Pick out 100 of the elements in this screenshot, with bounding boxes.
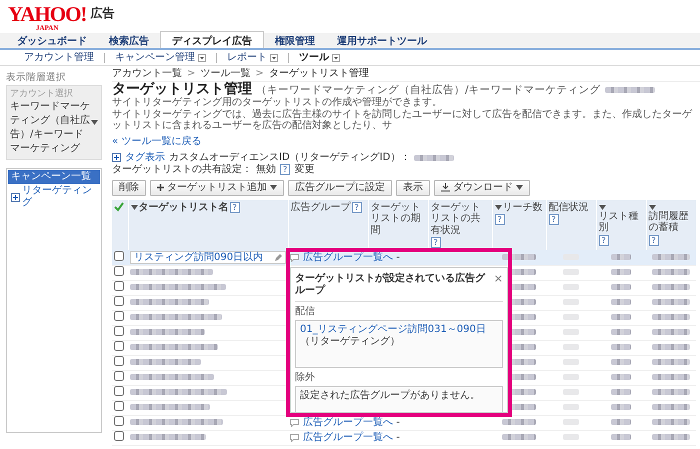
ad-group-type: （リターゲティング） xyxy=(300,336,400,347)
nav-tab[interactable]: 検索広告 xyxy=(98,33,160,48)
description-text: サイトリターゲティング用のターゲットリストの作成や管理ができます。 xyxy=(112,97,443,108)
sidebar-item[interactable]: リターゲティング xyxy=(8,184,100,210)
help-button[interactable]: ? xyxy=(230,202,240,213)
help-button[interactable]: ? xyxy=(648,234,659,246)
toolbar-button[interactable]: ターゲットリスト追加 xyxy=(150,180,284,196)
period-value: - xyxy=(396,432,400,443)
close-button[interactable]: × xyxy=(494,272,503,284)
help-button[interactable]: ? xyxy=(430,237,441,248)
sidebar-item[interactable]: キャンペーン一覧 xyxy=(8,170,100,184)
plus-icon xyxy=(157,184,164,192)
redacted-text xyxy=(652,434,690,440)
row-checkbox[interactable] xyxy=(114,296,124,306)
help-button[interactable]: ? xyxy=(548,214,559,226)
row-checkbox[interactable] xyxy=(114,356,124,366)
row-checkbox[interactable] xyxy=(114,386,124,396)
column-header: ターゲットリストの共有状況 xyxy=(430,202,482,236)
breadcrumb-separator: > xyxy=(187,68,196,80)
ad-group-link[interactable]: 広告グループ一覧へ xyxy=(303,432,393,443)
row-checkbox[interactable] xyxy=(114,311,124,322)
column-header: 広告グループ xyxy=(290,202,350,214)
tag-toggle-link[interactable]: タグ表示 xyxy=(112,152,165,164)
toolbar-button[interactable]: ダウンロード xyxy=(434,180,530,196)
help-button[interactable]: ? xyxy=(494,214,505,226)
redacted-text xyxy=(611,314,631,320)
nav-tab[interactable]: ディスプレイ広告 xyxy=(160,31,264,48)
breadcrumb-current: ターゲットリスト管理 xyxy=(268,68,369,80)
download-icon xyxy=(441,183,450,192)
redacted-text xyxy=(130,359,201,366)
redacted-text xyxy=(652,374,690,380)
breadcrumb-link[interactable]: ツール一覧 xyxy=(200,68,250,80)
page-title: ターゲットリスト管理 xyxy=(112,82,252,97)
popup-title: ターゲットリストが設定されている広告グループ xyxy=(295,272,486,297)
row-checkbox[interactable] xyxy=(114,431,124,442)
row-checkbox[interactable] xyxy=(114,371,124,382)
share-setting-label: ターゲットリストの共有設定： xyxy=(112,164,252,176)
redacted-text xyxy=(652,344,690,350)
redacted-text xyxy=(414,154,454,161)
redacted-text xyxy=(611,374,631,380)
redacted-text xyxy=(611,434,631,440)
row-checkbox[interactable] xyxy=(114,401,124,412)
column-header: 訪問履歴の蓄積 xyxy=(648,210,690,234)
ad-group-link[interactable]: 01_リスティングページ訪問031～090日 xyxy=(300,324,486,335)
toolbar-button[interactable]: 削除 xyxy=(112,180,146,196)
share-setting-value: 無効 xyxy=(256,164,276,176)
subnav-link[interactable]: キャンペーン管理 xyxy=(105,52,216,64)
redacted-text xyxy=(652,329,690,336)
redacted-text xyxy=(611,254,631,260)
row-checkbox[interactable] xyxy=(114,281,124,292)
back-link[interactable]: « ツール一覧に戻る xyxy=(112,136,202,148)
row-checkbox[interactable] xyxy=(114,341,124,352)
audience-id-label: カスタムオーディエンスID（リターゲティングID）： xyxy=(169,152,410,164)
column-header: 配信状況 xyxy=(548,202,588,214)
ad-group-link[interactable]: 広告グループ一覧へ xyxy=(303,418,393,428)
subnav-link[interactable]: レポート xyxy=(217,52,288,64)
page-subtitle: （キーワードマーケティング（自社広告）/キーワードマーケティング xyxy=(256,84,601,96)
toolbar-button[interactable]: 表示 xyxy=(396,180,430,196)
nav-tab[interactable]: ダッシュボード xyxy=(6,33,98,48)
redacted-text xyxy=(652,269,690,276)
expand-icon xyxy=(112,153,121,162)
product-name: 広告 xyxy=(90,6,114,20)
speech-bubble-icon xyxy=(290,254,299,262)
breadcrumb-link[interactable]: アカウント一覧 xyxy=(112,68,182,80)
subnav-link[interactable]: ツール xyxy=(289,52,350,64)
period-value: - xyxy=(396,416,400,428)
help-button[interactable]: ? xyxy=(598,234,609,246)
redacted-text xyxy=(611,389,631,396)
help-button[interactable]: ? xyxy=(280,164,290,176)
breadcrumb-separator: > xyxy=(255,68,264,80)
redacted-text xyxy=(652,254,690,260)
account-name: キーワードマーケティング（自社広告）/キーワードマーケティング xyxy=(10,100,91,156)
nav-tab[interactable]: 権限管理 xyxy=(264,33,326,48)
redacted-text xyxy=(652,314,690,320)
name-field[interactable]: リスティング訪問090日以内 xyxy=(130,251,286,264)
subnav-link[interactable]: アカウント管理 xyxy=(14,52,104,64)
ad-group-link[interactable]: 広告グループ一覧へ xyxy=(303,252,393,263)
account-selector[interactable]: アカウント選択 キーワードマーケティング（自社広告）/キーワードマーケティング xyxy=(6,85,102,160)
redacted-text xyxy=(652,419,690,426)
account-label: アカウント選択 xyxy=(10,89,74,100)
row-checkbox[interactable] xyxy=(114,251,124,262)
redacted-text xyxy=(652,404,690,410)
section-label: 配信 xyxy=(295,306,316,318)
column-header: リーチ数 xyxy=(502,202,542,214)
toolbar-button[interactable]: 広告グループに設定 xyxy=(288,180,392,196)
row-checkbox[interactable] xyxy=(114,326,124,336)
help-button[interactable]: ? xyxy=(352,202,362,213)
redacted-text xyxy=(604,87,655,93)
row-checkbox[interactable] xyxy=(114,266,124,276)
change-link[interactable]: 変更 xyxy=(294,164,314,176)
caret-icon xyxy=(270,185,277,190)
caret-icon xyxy=(91,120,98,126)
redacted-text xyxy=(611,419,631,426)
period-value: - xyxy=(396,252,400,263)
redacted-text xyxy=(611,329,631,336)
nav-tab[interactable]: 運用サポートツール xyxy=(326,33,438,48)
section-label: 除外 xyxy=(295,372,316,384)
redacted-text xyxy=(652,284,690,290)
row-checkbox[interactable] xyxy=(114,416,124,426)
redacted-text xyxy=(611,284,631,290)
